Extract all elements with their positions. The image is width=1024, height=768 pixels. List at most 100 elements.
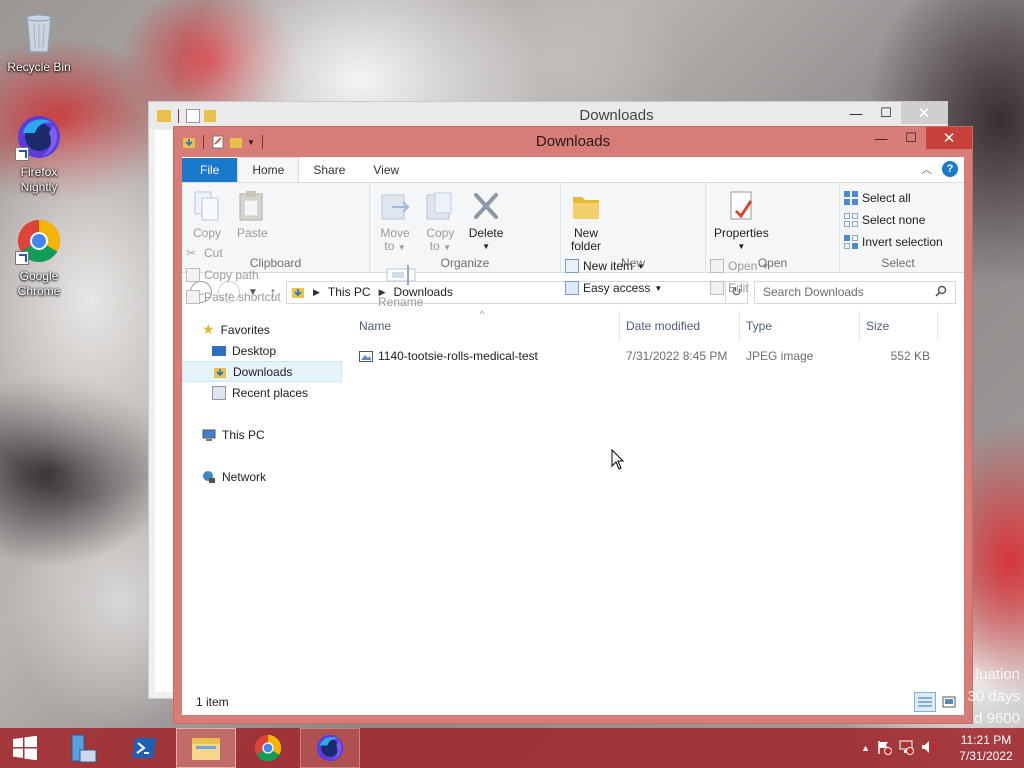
- delete-button[interactable]: Delete ▼: [465, 187, 508, 255]
- group-label-new: New: [620, 256, 645, 270]
- easy-access-button[interactable]: Easy access ▼: [565, 279, 662, 297]
- new-folder-button[interactable]: New folder: [565, 187, 607, 255]
- properties-chevron-down-icon[interactable]: ▼: [737, 240, 745, 253]
- file-date-modified: 7/31/2022 8:45 PM: [626, 349, 728, 363]
- recycle-bin-icon: [15, 8, 63, 56]
- tab-home[interactable]: Home: [237, 157, 300, 182]
- move-to-label-line2: to ▼: [384, 239, 406, 253]
- properties-icon[interactable]: [211, 135, 225, 149]
- minimize-button[interactable]: —: [841, 102, 871, 124]
- network-status-icon[interactable]: [898, 739, 914, 758]
- desktop-icon-firefox-nightly[interactable]: Firefox Nightly: [1, 113, 77, 195]
- taskbar-powershell[interactable]: [114, 728, 174, 768]
- folder-icon: [157, 109, 171, 122]
- nav-recent-places[interactable]: Recent places: [182, 382, 342, 403]
- folder-download-icon[interactable]: [182, 135, 196, 149]
- start-button[interactable]: [0, 728, 50, 768]
- powershell-icon: [132, 738, 156, 758]
- collapse-ribbon-chevron-up-icon[interactable]: ︿: [921, 161, 932, 177]
- nav-network[interactable]: Network: [182, 466, 342, 487]
- taskbar-server-manager[interactable]: [52, 728, 112, 768]
- watermark-line: d 9600: [974, 710, 1020, 727]
- nav-downloads-label: Downloads: [233, 364, 293, 379]
- close-button[interactable]: ✕: [901, 102, 947, 124]
- watermark-line: 30 days: [967, 688, 1020, 705]
- clipboard-small-buttons: ✂ Cut Copy path Paste shortcut: [186, 242, 281, 306]
- sort-ascending-icon: ^: [480, 309, 485, 319]
- delete-x-icon: [469, 189, 503, 223]
- paste-button[interactable]: Paste: [231, 187, 273, 242]
- column-name[interactable]: Name: [359, 311, 620, 341]
- paste-shortcut-icon: [186, 290, 200, 304]
- copy-to-label-line2-text: to: [429, 239, 440, 253]
- taskbar-clock[interactable]: 11:21 PM 7/31/2022: [956, 732, 1016, 764]
- paste-icon: [235, 189, 269, 223]
- details-view-button[interactable]: [914, 692, 936, 712]
- edit-button[interactable]: Edit: [710, 279, 769, 297]
- delete-chevron-down-icon[interactable]: ▼: [482, 240, 490, 253]
- nav-favorites[interactable]: ★ Favorites: [182, 319, 342, 340]
- select-none-button[interactable]: Select none: [844, 211, 943, 229]
- edit-label: Edit: [728, 281, 749, 295]
- group-label-open: Open: [757, 256, 788, 270]
- copy-icon: [190, 189, 224, 223]
- paste-label: Paste: [237, 226, 268, 240]
- taskbar-google-chrome[interactable]: [238, 728, 298, 768]
- nav-downloads[interactable]: Downloads: [182, 361, 342, 382]
- breadcrumb-separator-icon[interactable]: ▶: [313, 287, 320, 298]
- move-to-button[interactable]: Move to ▼: [374, 187, 416, 256]
- properties-button[interactable]: Properties ▼: [710, 187, 773, 255]
- column-date-modified[interactable]: Date modified: [620, 311, 740, 341]
- ribbon-group-select: Select all Select none Invert selection: [840, 183, 956, 272]
- chrome-icon: [15, 217, 63, 265]
- select-all-button[interactable]: Select all: [844, 189, 943, 207]
- new-folder-icon: [204, 109, 216, 122]
- breadcrumb-this-pc[interactable]: This PC: [328, 285, 371, 299]
- maximize-button[interactable]: ☐: [871, 102, 901, 124]
- view-toggle: [914, 692, 960, 712]
- window-controls: — ☐ ✕: [866, 127, 972, 149]
- chrome-icon: [254, 734, 282, 762]
- move-to-label-line2-text: to: [384, 239, 395, 253]
- help-icon[interactable]: ?: [942, 161, 958, 177]
- column-size[interactable]: Size: [860, 311, 938, 341]
- firefox-nightly-icon: [15, 113, 63, 161]
- action-center-flag-icon[interactable]: [876, 739, 892, 758]
- back-window-titlebar[interactable]: Downloads — ☐ ✕: [149, 102, 947, 129]
- tab-share[interactable]: Share: [299, 158, 359, 182]
- maximize-button[interactable]: ☐: [896, 127, 926, 149]
- search-input[interactable]: Search Downloads: [754, 280, 956, 304]
- column-type[interactable]: Type: [740, 311, 860, 341]
- back-quick-access-toolbar: [149, 102, 216, 129]
- taskbar: ▲ 11:21 PM 7/31/2022: [0, 728, 1024, 768]
- explorer-window[interactable]: ▼ Downloads — ☐ ✕ File Home Share View ︿…: [173, 126, 973, 724]
- file-name: 1140-tootsie-rolls-medical-test: [378, 349, 538, 363]
- volume-muted-icon[interactable]: [920, 739, 936, 758]
- window-titlebar[interactable]: ▼ Downloads — ☐ ✕: [174, 127, 972, 157]
- minimize-button[interactable]: —: [866, 127, 896, 149]
- tab-view[interactable]: View: [359, 158, 413, 182]
- file-row[interactable]: 1140-tootsie-rolls-medical-test 7/31/202…: [342, 345, 964, 367]
- nav-desktop[interactable]: Desktop: [182, 340, 342, 361]
- new-folder-icon: [569, 189, 603, 223]
- paste-shortcut-button[interactable]: Paste shortcut: [186, 288, 281, 306]
- large-icons-view-button[interactable]: [938, 692, 960, 712]
- nav-this-pc[interactable]: This PC: [182, 424, 342, 445]
- file-type: JPEG image: [746, 349, 814, 363]
- new-folder-icon[interactable]: [229, 135, 243, 149]
- select-none-icon: [844, 213, 858, 227]
- status-bar: 1 item: [182, 689, 964, 715]
- desktop-icon-google-chrome[interactable]: Google Chrome: [1, 217, 77, 299]
- copy-to-button[interactable]: Copy to ▼: [419, 187, 461, 256]
- close-button[interactable]: ✕: [926, 127, 972, 149]
- tab-file[interactable]: File: [182, 158, 238, 182]
- desktop-icon-recycle-bin[interactable]: Recycle Bin: [1, 8, 77, 75]
- customize-qat-chevron-down-icon[interactable]: ▼: [247, 138, 255, 147]
- file-list: ^ Name Date modified Type Size 1140-toot…: [342, 309, 964, 689]
- taskbar-firefox-nightly[interactable]: [300, 728, 360, 768]
- show-hidden-icons-chevron-up-icon[interactable]: ▲: [861, 743, 870, 753]
- taskbar-file-explorer[interactable]: [176, 728, 236, 768]
- copy-button[interactable]: Copy: [186, 187, 228, 242]
- desktop-icon-label: Firefox Nightly: [20, 165, 58, 194]
- invert-selection-button[interactable]: Invert selection: [844, 233, 943, 251]
